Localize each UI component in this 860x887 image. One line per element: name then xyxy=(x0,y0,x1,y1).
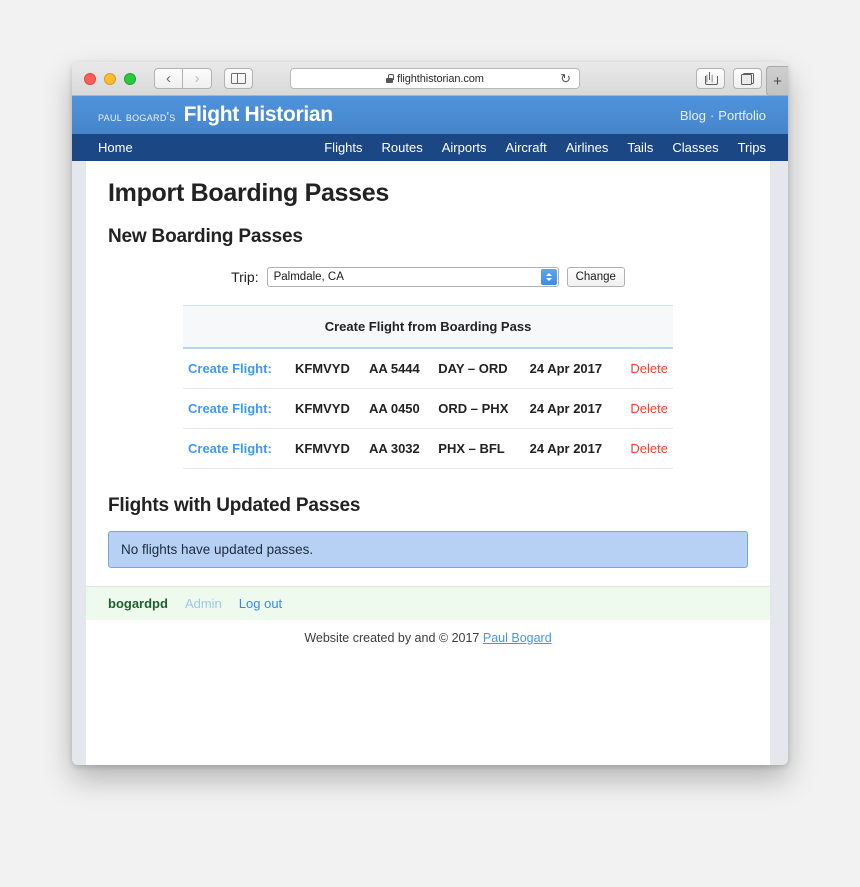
create-flight-link[interactable]: Create Flight: xyxy=(188,401,272,416)
nav-item-routes[interactable]: Routes xyxy=(382,140,423,155)
header-link-separator: · xyxy=(709,107,715,123)
boarding-pass-ident: KFMVYD xyxy=(289,388,364,429)
new-tab-button[interactable]: + xyxy=(766,66,788,96)
flight-route: DAY – ORD xyxy=(433,348,525,389)
create-flight-link[interactable]: Create Flight: xyxy=(188,441,272,456)
chevron-up-icon xyxy=(545,273,552,276)
minimize-window-button[interactable] xyxy=(104,72,116,85)
create-flight-cell: Create Flight: xyxy=(183,388,290,429)
content-inner: Import Boarding Passes New Boarding Pass… xyxy=(86,161,770,568)
forward-button[interactable]: › xyxy=(183,68,212,89)
traffic-lights xyxy=(84,72,136,85)
delete-cell: Delete xyxy=(618,388,673,429)
logout-link[interactable]: Log out xyxy=(239,596,282,611)
flight-route: ORD – PHX xyxy=(433,388,525,429)
chevron-right-icon: › xyxy=(194,70,200,87)
chevron-down-icon xyxy=(545,278,552,281)
plus-icon: + xyxy=(773,72,782,90)
chevron-left-icon: ‹ xyxy=(166,70,171,87)
chevron-updown-icon[interactable] xyxy=(540,269,557,285)
nav-item-trips[interactable]: Trips xyxy=(738,140,766,155)
trip-selector-row: Trip: Palmdale, CA Change xyxy=(108,267,748,287)
tabs-icon xyxy=(741,72,754,85)
nav-item-aircraft[interactable]: Aircraft xyxy=(506,140,547,155)
flight-date: 24 Apr 2017 xyxy=(524,348,619,389)
navigation-buttons: ‹ › xyxy=(154,68,212,89)
page-title: Import Boarding Passes xyxy=(108,179,389,207)
header-links: Blog · Portfolio xyxy=(680,108,766,123)
flight-number: AA 3032 xyxy=(363,428,434,469)
create-flight-cell: Create Flight: xyxy=(183,348,290,389)
lock-icon xyxy=(386,74,394,83)
browser-toolbar: ‹ › flighthistorian.com ↻ + xyxy=(72,62,788,96)
page-body: Import Boarding Passes New Boarding Pass… xyxy=(72,161,788,765)
create-flight-link[interactable]: Create Flight: xyxy=(188,361,272,376)
nav-item-airports[interactable]: Airports xyxy=(442,140,487,155)
reload-icon[interactable]: ↻ xyxy=(560,72,571,85)
main-navigation: Home Flights Routes Airports Aircraft Ai… xyxy=(72,134,788,161)
address-bar[interactable]: flighthistorian.com ↻ xyxy=(290,68,580,89)
boarding-pass-ident: KFMVYD xyxy=(289,428,364,469)
username-label: bogardpd xyxy=(108,596,168,611)
back-button[interactable]: ‹ xyxy=(154,68,183,89)
header-link-blog[interactable]: Blog xyxy=(680,108,706,123)
flight-date: 24 Apr 2017 xyxy=(524,388,619,429)
trip-label: Trip: xyxy=(231,269,259,285)
change-trip-button[interactable]: Change xyxy=(566,267,625,287)
brand-name: Flight Historian xyxy=(183,103,334,126)
flight-number: AA 0450 xyxy=(363,388,434,429)
flight-route: PHX – BFL xyxy=(433,428,525,469)
delete-link[interactable]: Delete xyxy=(630,401,668,416)
no-updated-passes-alert: No flights have updated passes. xyxy=(108,531,748,568)
table-head: Create Flight from Boarding Pass xyxy=(183,305,673,349)
admin-link[interactable]: Admin xyxy=(185,596,222,611)
show-sidebar-button[interactable] xyxy=(224,68,253,89)
site-brand[interactable]: Paul Bogard's Flight Historian xyxy=(98,103,333,127)
table-row: Create Flight: KFMVYD AA 3032 PHX – BFL … xyxy=(183,428,673,469)
url-text: flighthistorian.com xyxy=(397,72,484,85)
delete-cell: Delete xyxy=(618,348,673,389)
toolbar-right-buttons xyxy=(696,68,762,89)
show-tabs-button[interactable] xyxy=(733,68,762,89)
nav-item-flights[interactable]: Flights xyxy=(324,140,362,155)
share-button[interactable] xyxy=(696,68,725,89)
maximize-window-button[interactable] xyxy=(124,72,136,85)
trip-select-value: Palmdale, CA xyxy=(273,271,344,283)
delete-cell: Delete xyxy=(618,428,673,469)
author-link[interactable]: Paul Bogard xyxy=(483,631,552,645)
nav-item-classes[interactable]: Classes xyxy=(672,140,718,155)
table-row: Create Flight: KFMVYD AA 5444 DAY – ORD … xyxy=(183,348,673,389)
change-trip-label: Change xyxy=(575,271,616,283)
flight-date: 24 Apr 2017 xyxy=(524,428,619,469)
header-link-portfolio[interactable]: Portfolio xyxy=(718,108,766,123)
content-column: Import Boarding Passes New Boarding Pass… xyxy=(86,161,770,765)
site-header: Paul Bogard's Flight Historian Blog · Po… xyxy=(72,96,788,134)
table-header-cell: Create Flight from Boarding Pass xyxy=(183,305,673,349)
delete-link[interactable]: Delete xyxy=(630,441,668,456)
nav-item-tails[interactable]: Tails xyxy=(627,140,653,155)
boarding-pass-table: Create Flight from Boarding Pass Create … xyxy=(183,305,673,469)
nav-item-home[interactable]: Home xyxy=(98,140,133,155)
user-bar: bogardpd Admin Log out xyxy=(86,586,770,620)
new-passes-heading: New Boarding Passes xyxy=(108,226,303,247)
share-icon xyxy=(705,72,718,85)
create-flight-cell: Create Flight: xyxy=(183,428,290,469)
table-body: Create Flight: KFMVYD AA 5444 DAY – ORD … xyxy=(183,348,673,469)
close-window-button[interactable] xyxy=(84,72,96,85)
browser-window: ‹ › flighthistorian.com ↻ + paul bogard'… xyxy=(72,62,788,765)
nav-items: Flights Routes Airports Aircraft Airline… xyxy=(324,140,766,155)
brand-owner: Paul Bogard's xyxy=(98,110,176,124)
trip-select[interactable]: Palmdale, CA xyxy=(266,267,559,287)
table-header-row: Create Flight from Boarding Pass xyxy=(183,305,673,349)
flight-number: AA 5444 xyxy=(363,348,434,389)
footer-copyright: Website created by and © 2017 Paul Bogar… xyxy=(86,620,770,659)
boarding-pass-ident: KFMVYD xyxy=(289,348,364,389)
table-row: Create Flight: KFMVYD AA 0450 ORD – PHX … xyxy=(183,388,673,429)
sidebar-icon xyxy=(231,72,246,85)
delete-link[interactable]: Delete xyxy=(630,361,668,376)
updated-passes-heading: Flights with Updated Passes xyxy=(108,495,361,516)
copyright-text: Website created by and © 2017 xyxy=(304,631,480,645)
nav-item-airlines[interactable]: Airlines xyxy=(566,140,609,155)
